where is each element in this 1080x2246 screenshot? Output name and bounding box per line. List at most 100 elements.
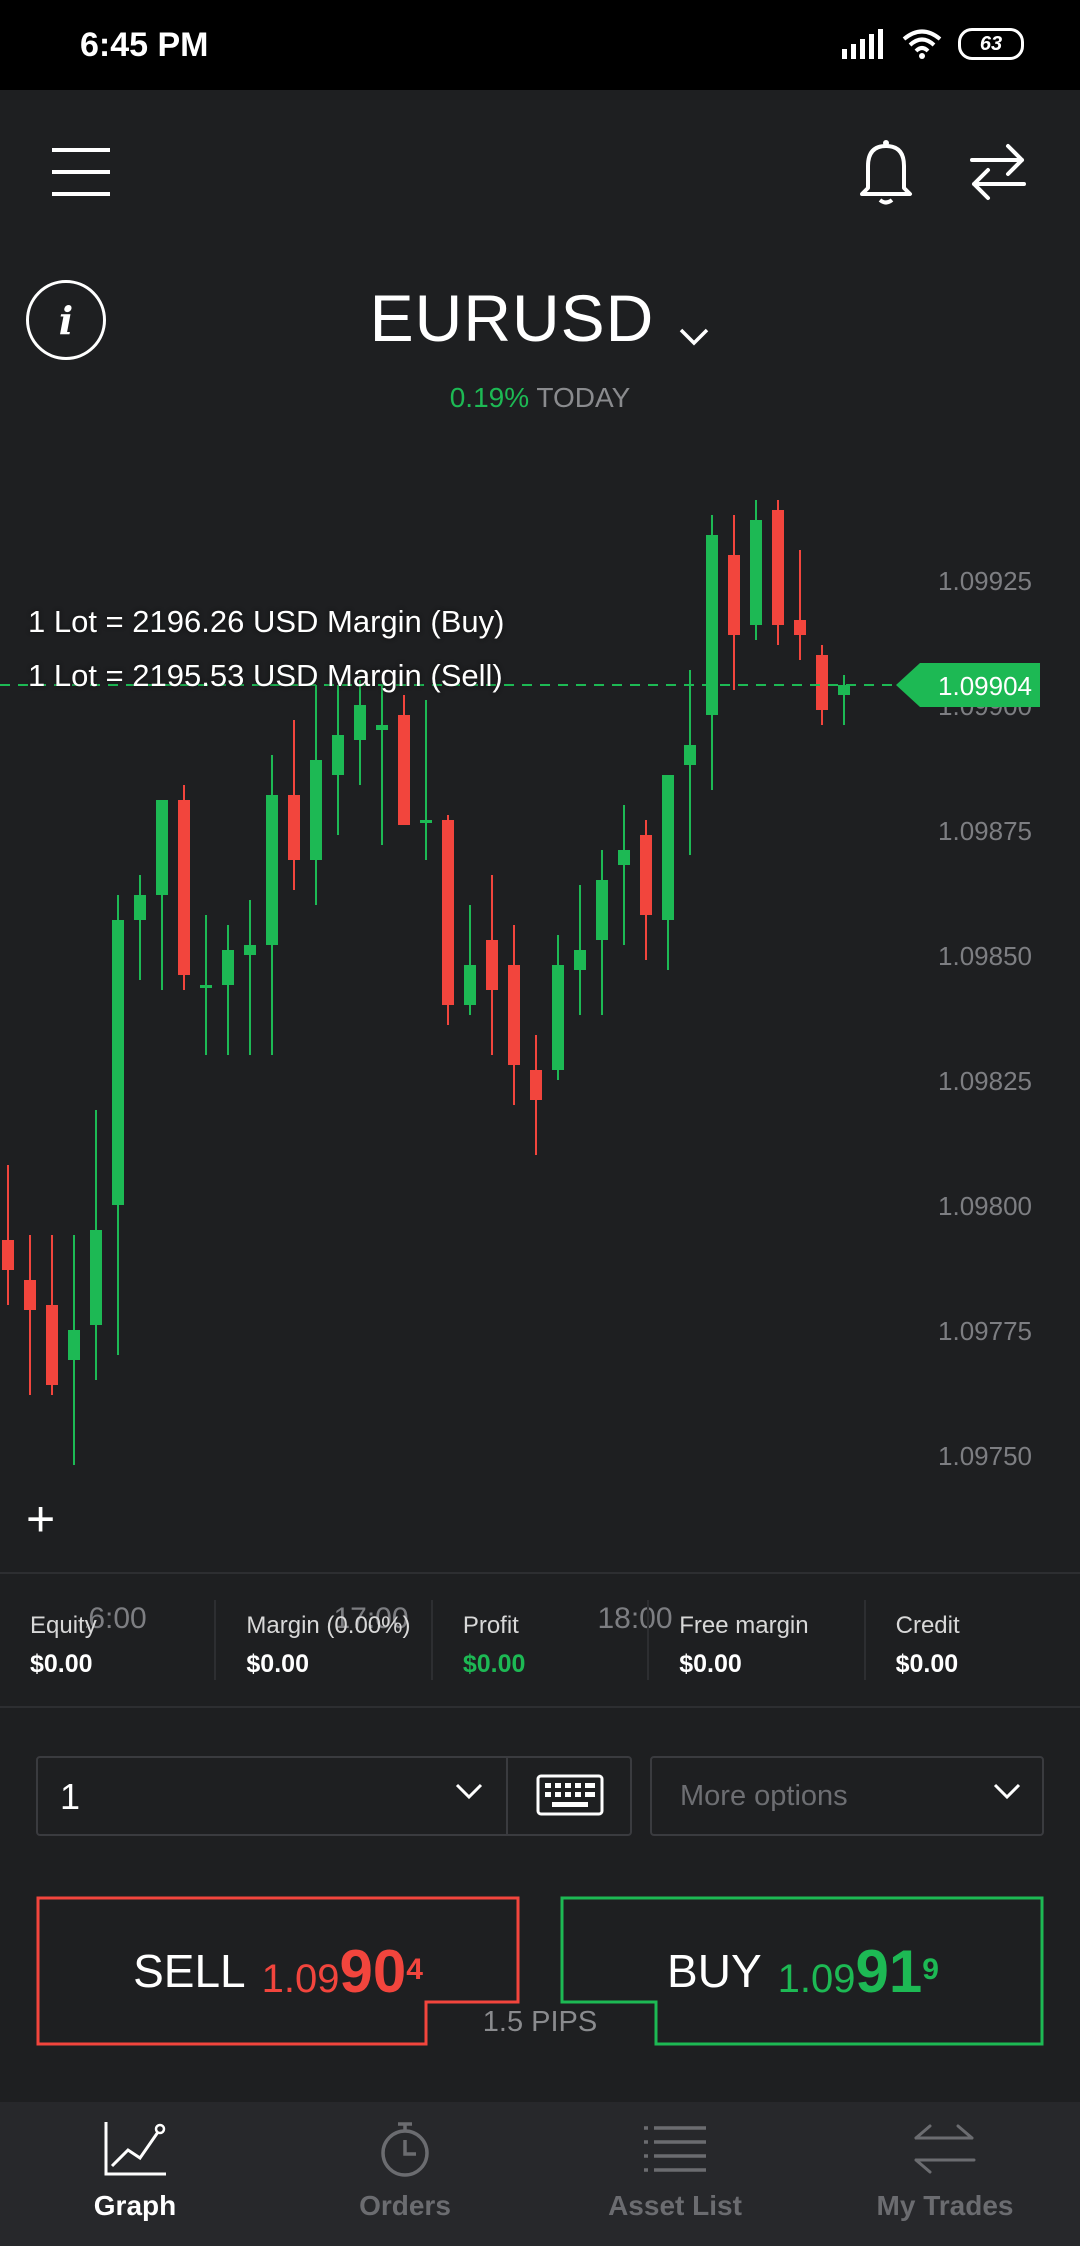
y-tick-label: 1.09825 (938, 1066, 1032, 1096)
stat-label: Equity (30, 1612, 97, 1639)
candle-body (728, 555, 740, 635)
stat-label: Free margin (679, 1612, 809, 1639)
stat-label: Profit (462, 1612, 519, 1639)
add-indicator-button[interactable]: + (26, 1490, 55, 1548)
candle-body (354, 705, 366, 740)
sell-price-fraction: 4 (406, 1953, 423, 1987)
candle-body (46, 1305, 58, 1385)
nav-graph-label: Graph (93, 2190, 177, 2221)
signal-icon (842, 29, 883, 59)
candle-body (376, 725, 388, 730)
candle-body (442, 820, 454, 1005)
candle-body (178, 800, 190, 975)
candle-body (662, 775, 674, 920)
status-bar: 6:45 PM 63 (0, 0, 1080, 90)
buy-price-prefix: 1.09 (777, 1956, 856, 2001)
candle (178, 785, 190, 990)
more-options-label: More options (680, 1780, 848, 1812)
hamburger-menu-icon[interactable] (50, 140, 114, 204)
candle-body (332, 735, 344, 775)
sell-price-prefix: 1.09 (261, 1956, 340, 2001)
nav-my-trades-label: My Trades (876, 2190, 1014, 2221)
stat-label: Margin (0.00%) (246, 1612, 411, 1639)
candle-body (288, 795, 300, 860)
candle-body (90, 1230, 102, 1325)
lot-size-value: 1 (60, 1776, 81, 1817)
nav-asset-list[interactable]: Asset List (540, 2102, 810, 2246)
candle-body (2, 1240, 14, 1270)
stat-value: $0.00 (895, 1650, 959, 1678)
stat-credit: Credit $0.00 (866, 1600, 1080, 1680)
candle-body (112, 920, 124, 1205)
candle-body (838, 685, 850, 695)
daily-change-label: TODAY (536, 382, 631, 413)
bottom-nav: Graph Orders Asset List My Trades (0, 2102, 1080, 2246)
candle-body (530, 1070, 542, 1100)
y-tick-label: 1.09925 (938, 566, 1032, 596)
status-time: 6:45 PM (80, 26, 209, 64)
candle-body (68, 1330, 80, 1360)
candle (772, 500, 784, 645)
swap-arrows-icon[interactable] (966, 140, 1030, 204)
candle-body (684, 745, 696, 765)
y-tick-label: 1.09875 (938, 816, 1032, 846)
instrument-symbol: EURUSD (369, 281, 655, 355)
y-tick-label: 1.09750 (938, 1441, 1032, 1471)
candle-body (244, 945, 256, 955)
daily-change: 0.19% TODAY (0, 382, 1080, 414)
candle-body (640, 835, 652, 915)
candle-body (772, 510, 784, 625)
candle-body (750, 520, 762, 625)
candle-body (552, 965, 564, 1070)
app-screen: i EURUSD 0.19% TODAY 1.099251.099001.098… (0, 90, 1080, 2246)
stat-value: $0.00 (246, 1650, 309, 1678)
y-tick-label: 1.09775 (938, 1316, 1032, 1346)
buy-price-fraction: 9 (922, 1953, 939, 1987)
spread-label: 1.5 PIPS (482, 2006, 598, 2038)
status-icons: 63 (842, 28, 1024, 60)
nav-orders[interactable]: Orders (270, 2102, 540, 2246)
sell-price: 1.09904 (262, 1937, 423, 2006)
candle-body (574, 950, 586, 970)
keyboard-icon[interactable] (536, 1774, 604, 1821)
candle (442, 815, 454, 1025)
candle-body (200, 985, 212, 988)
candle-body (222, 950, 234, 985)
stat-value: $0.00 (679, 1650, 742, 1678)
candle-body (156, 800, 168, 895)
stat-value: $0.00 (30, 1650, 93, 1678)
y-tick-label: 1.09800 (938, 1191, 1032, 1221)
candle-body (24, 1280, 36, 1310)
nav-orders-label: Orders (359, 2190, 451, 2221)
list-icon (644, 2126, 706, 2172)
candle-body (596, 880, 608, 940)
chevron-down-icon (678, 286, 710, 362)
candle-body (310, 760, 322, 860)
more-options-dropdown[interactable]: More options (650, 1756, 1044, 1836)
instrument-selector[interactable]: EURUSD (0, 280, 1080, 362)
sell-label: SELL (133, 1945, 246, 1997)
candle-body (508, 965, 520, 1065)
candle-body (134, 895, 146, 920)
nav-graph[interactable]: Graph (0, 2102, 270, 2246)
candle-body (464, 965, 476, 1005)
y-tick-label: 1.09850 (938, 941, 1032, 971)
candle-body (794, 620, 806, 635)
stat-free-margin: Free margin $0.00 (649, 1600, 866, 1680)
trade-buttons: SELL 1.09904 BUY 1.09919 1.5 PIPS (0, 1896, 1080, 2056)
chevron-down-icon[interactable] (454, 1782, 484, 1807)
buy-label: BUY (667, 1945, 762, 1997)
wifi-icon (902, 29, 942, 59)
graph-icon (104, 2122, 166, 2176)
stat-value: $0.00 (462, 1650, 526, 1678)
nav-my-trades[interactable]: My Trades (810, 2102, 1080, 2246)
account-stats: Equity $0.00 Margin (0.00%) $0.00 Profit $0.0… (0, 1572, 1080, 1708)
chevron-down-icon (992, 1782, 1022, 1807)
sell-margin-info: 1 Lot = 2195.53 USD Margin (Sell) (28, 658, 503, 693)
bell-icon[interactable] (852, 136, 920, 208)
stopwatch-icon (381, 2122, 429, 2177)
lot-size-selector[interactable]: 1 (36, 1756, 632, 1836)
stat-equity: Equity $0.00 (0, 1600, 217, 1680)
candle-body (420, 820, 432, 823)
candle-body (706, 535, 718, 715)
